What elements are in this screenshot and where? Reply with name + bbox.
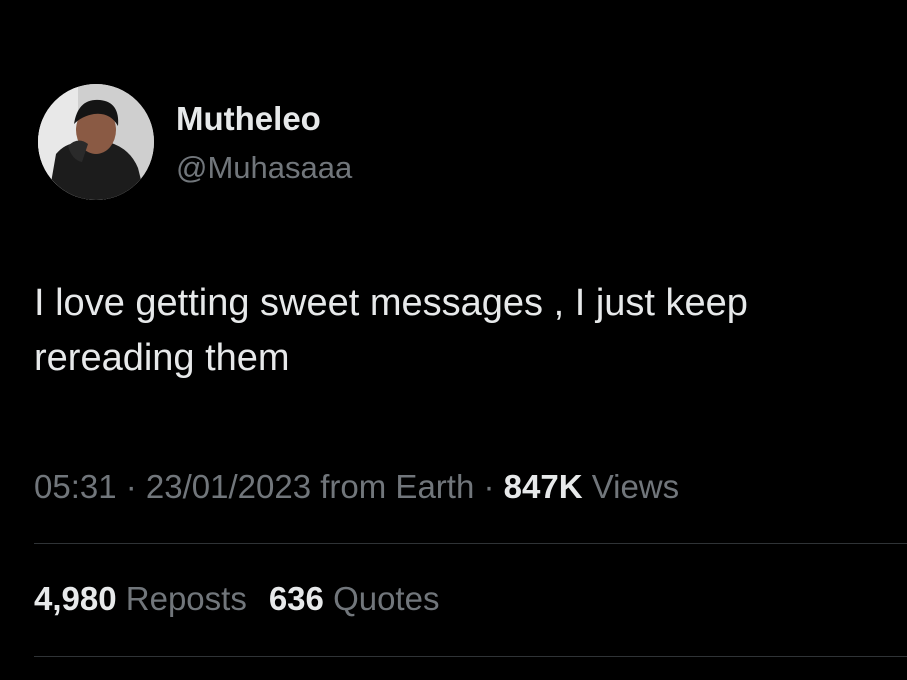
tweet-text: I love getting sweet messages , I just k… bbox=[34, 276, 894, 386]
avatar-photo-icon bbox=[38, 84, 154, 200]
divider bbox=[34, 656, 907, 657]
tweet-source: from Earth bbox=[320, 468, 475, 505]
tweet-text-line: rereading them bbox=[34, 337, 290, 379]
reposts-link[interactable]: 4,980 Reposts bbox=[34, 580, 247, 617]
engagement-stats: 4,980 Reposts 636 Quotes bbox=[34, 580, 439, 618]
divider bbox=[34, 543, 907, 544]
tweet-time[interactable]: 05:31 bbox=[34, 468, 117, 505]
avatar[interactable] bbox=[38, 84, 154, 200]
meta-separator: · bbox=[116, 468, 146, 505]
tweet-date[interactable]: 23/01/2023 bbox=[146, 468, 311, 505]
tweet-card: Mutheleo @Muhasaaa I love getting sweet … bbox=[0, 0, 907, 680]
quotes-count: 636 bbox=[268, 580, 324, 617]
quotes-label: Quotes bbox=[333, 580, 440, 617]
meta-separator: · bbox=[474, 468, 504, 505]
reposts-label: Reposts bbox=[125, 580, 247, 617]
views-count: 847K bbox=[503, 468, 583, 505]
views-label: Views bbox=[591, 468, 680, 505]
tweet-meta: 05:31 · 23/01/2023 from Earth · 847K Vie… bbox=[34, 468, 679, 506]
quotes-link[interactable]: 636 Quotes bbox=[269, 580, 440, 617]
user-handle[interactable]: @Muhasaaa bbox=[176, 150, 352, 186]
reposts-count: 4,980 bbox=[34, 580, 117, 617]
display-name[interactable]: Mutheleo bbox=[176, 100, 321, 138]
tweet-text-line: I love getting sweet messages , I just k… bbox=[34, 282, 748, 324]
